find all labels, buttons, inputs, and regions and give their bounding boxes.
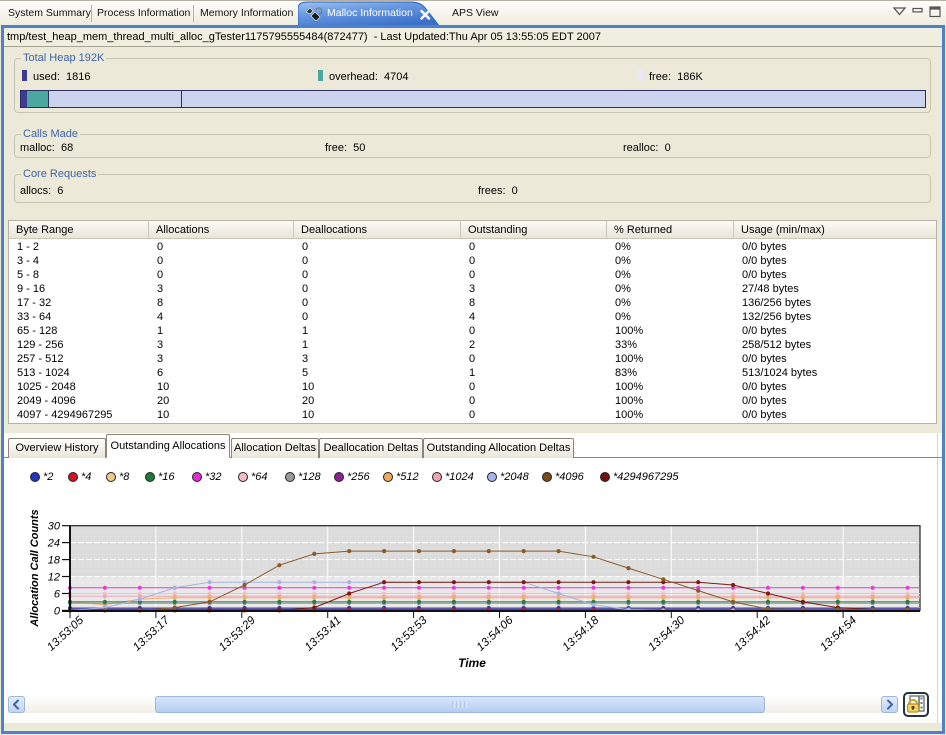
svg-text:6: 6: [54, 589, 61, 601]
svg-text:Allocation Call Counts: Allocation Call Counts: [29, 509, 41, 627]
svg-text:30: 30: [48, 521, 61, 533]
svg-text:13:53:05: 13:53:05: [45, 614, 86, 654]
svg-text:13:54:18: 13:54:18: [561, 614, 602, 654]
svg-text:12: 12: [48, 572, 60, 584]
svg-text:24: 24: [47, 538, 60, 550]
svg-text:13:54:42: 13:54:42: [732, 614, 773, 654]
svg-text:13:53:53: 13:53:53: [389, 614, 430, 654]
svg-text:13:54:06: 13:54:06: [475, 614, 516, 654]
svg-text:0: 0: [54, 605, 61, 617]
svg-text:13:53:17: 13:53:17: [131, 614, 172, 654]
svg-text:18: 18: [48, 555, 61, 567]
svg-text:Time: Time: [458, 656, 486, 670]
svg-text:13:54:30: 13:54:30: [646, 614, 687, 654]
svg-text:13:53:29: 13:53:29: [217, 614, 258, 654]
svg-text:13:54:54: 13:54:54: [818, 614, 859, 653]
svg-text:13:53:41: 13:53:41: [303, 614, 344, 653]
